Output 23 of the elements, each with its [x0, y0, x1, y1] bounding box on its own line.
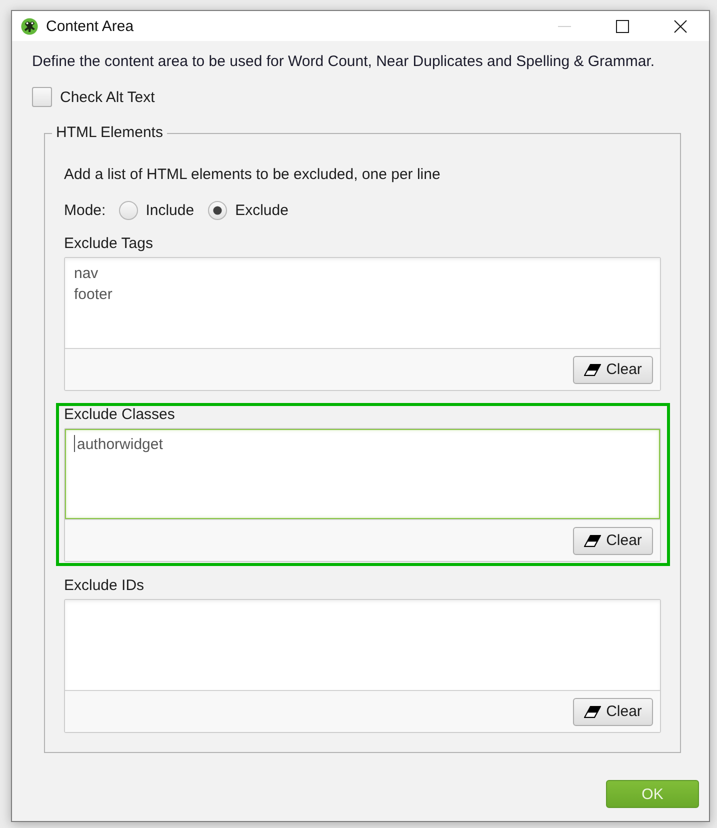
radio-option[interactable]: Exclude [208, 200, 288, 220]
field-label: Exclude IDs [64, 576, 146, 596]
close-icon [674, 20, 686, 32]
field-label: Exclude Tags [64, 234, 154, 254]
clear-button[interactable]: Clear [573, 698, 653, 726]
app-logo-icon [21, 18, 38, 34]
mode-label: Mode: [64, 202, 106, 218]
eraser-icon [584, 534, 602, 546]
text-area-field[interactable] [65, 600, 660, 691]
instruction-text: Add a list of HTML elements to be excluded, one per line [64, 165, 442, 185]
eraser-icon [584, 364, 602, 376]
text-area-field[interactable]: nav footer [65, 258, 660, 349]
eraser-icon [584, 706, 602, 718]
clear-button[interactable]: Clear [573, 526, 653, 554]
window-title: Content Area [46, 18, 135, 34]
text-cursor-icon [74, 435, 75, 452]
clear-button[interactable]: Clear [573, 356, 653, 384]
maximize-icon [616, 20, 628, 32]
radio-option[interactable]: Include [118, 200, 194, 220]
description-text: Define the content area to be used for Word Count, Near Duplicates and Spelling & Grammar. [32, 52, 656, 72]
field-label: Exclude Classes [64, 405, 176, 425]
text-area-field[interactable]: authorwidget [65, 429, 660, 520]
check-alt-text-checkbox[interactable]: Check Alt Text [32, 87, 155, 107]
